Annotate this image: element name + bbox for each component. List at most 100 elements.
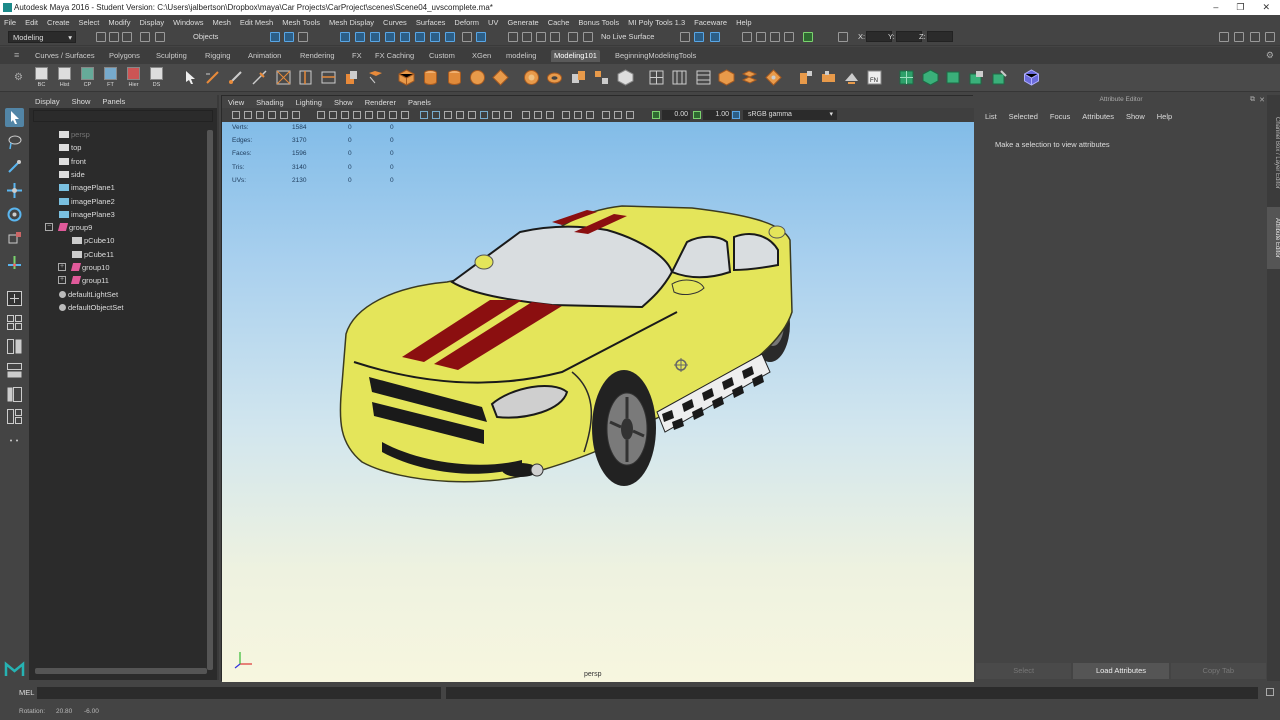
modeling-toolkit-icon[interactable] xyxy=(1234,32,1244,42)
scale-tool-button[interactable] xyxy=(5,229,24,248)
grid-toggle-icon[interactable] xyxy=(317,111,325,119)
poly-sphere-icon[interactable] xyxy=(469,69,486,86)
hud-toggle-icon[interactable] xyxy=(614,111,622,119)
poly-split-icon[interactable] xyxy=(991,69,1008,86)
attribute-editor-toggle-icon[interactable] xyxy=(1265,32,1275,42)
view-transform-dropdown[interactable]: sRGB gamma ▾ xyxy=(743,110,837,120)
menu-windows[interactable]: Windows xyxy=(173,18,203,27)
open-scene-icon[interactable] xyxy=(109,32,119,42)
textured-display-icon[interactable] xyxy=(586,111,594,119)
tab-fx[interactable]: FX xyxy=(349,50,365,62)
snap-grid-icon[interactable] xyxy=(340,32,350,42)
tab-curves-surfaces[interactable]: Curves / Surfaces xyxy=(32,50,98,62)
menu-create[interactable]: Create xyxy=(47,18,70,27)
wireframe-on-shaded-icon[interactable] xyxy=(432,111,440,119)
snapshot-icon[interactable] xyxy=(820,69,837,86)
menu-edit[interactable]: Edit xyxy=(25,18,38,27)
select-tool-button[interactable] xyxy=(5,108,24,127)
menu-modify[interactable]: Modify xyxy=(108,18,130,27)
close-button[interactable]: ✕ xyxy=(1262,0,1270,15)
poly-cylinder-icon[interactable] xyxy=(422,69,439,86)
construction-history-icon[interactable] xyxy=(536,32,546,42)
save-scene-icon[interactable] xyxy=(122,32,132,42)
lock-icon[interactable] xyxy=(462,32,472,42)
lasso-tool-icon[interactable] xyxy=(204,69,221,86)
tab-xgen[interactable]: XGen xyxy=(469,50,494,62)
mirror-icon[interactable] xyxy=(617,69,634,86)
ae-menu-attributes[interactable]: Attributes xyxy=(1082,112,1114,121)
z-field[interactable] xyxy=(927,31,953,42)
ae-menu-show[interactable]: Show xyxy=(1126,112,1145,121)
select-hierarchy-icon[interactable] xyxy=(270,32,280,42)
shelf-settings-icon[interactable]: ⚙ xyxy=(14,72,23,83)
image-plane-toggle-icon[interactable] xyxy=(268,111,276,119)
poly-cube-green-icon[interactable] xyxy=(922,69,939,86)
ae-menu-selected[interactable]: Selected xyxy=(1009,112,1038,121)
align-icon[interactable] xyxy=(843,69,860,86)
tab-polygons[interactable]: Polygons xyxy=(106,50,143,62)
extrude-icon[interactable] xyxy=(343,69,360,86)
ae-copy-tab-button[interactable]: Copy Tab xyxy=(1170,663,1266,679)
grease-pencil-icon[interactable] xyxy=(292,111,300,119)
xray-joints-icon[interactable] xyxy=(504,111,512,119)
uv-editor-icon[interactable] xyxy=(648,69,665,86)
outliner-item[interactable]: front xyxy=(59,155,86,168)
tab-rendering[interactable]: Rendering xyxy=(297,50,338,62)
command-language-label[interactable]: MEL xyxy=(19,688,34,697)
outliner-item[interactable]: pCube11 xyxy=(72,248,114,261)
exposure-icon[interactable] xyxy=(652,111,660,119)
toolbox-collapse-button[interactable] xyxy=(5,431,24,450)
edge-loop-icon[interactable] xyxy=(275,69,292,86)
offset-edge-loop-icon[interactable] xyxy=(320,69,337,86)
tab-attribute-editor[interactable]: Attribute Editor xyxy=(1267,207,1280,269)
ae-menu-focus[interactable]: Focus xyxy=(1050,112,1070,121)
outliner-item[interactable]: side xyxy=(59,168,85,181)
outliner-item[interactable]: + group10 xyxy=(58,261,110,274)
tab-modeling[interactable]: modeling xyxy=(503,50,539,62)
menu-file[interactable]: File xyxy=(4,18,16,27)
menu-bonus-tools[interactable]: Bonus Tools xyxy=(578,18,619,27)
gate-mask-icon[interactable] xyxy=(353,111,361,119)
menu-set-dropdown[interactable]: Modeling ▾ xyxy=(8,31,76,43)
exposure-field[interactable]: 0.00 xyxy=(662,110,690,120)
textured-icon[interactable] xyxy=(444,111,452,119)
output-ops-icon[interactable] xyxy=(522,32,532,42)
uv-cylindrical-icon[interactable] xyxy=(695,69,712,86)
move-tool-button[interactable] xyxy=(5,181,24,200)
outliner-item[interactable]: defaultLightSet xyxy=(59,288,118,301)
magnet-icon[interactable] xyxy=(583,32,593,42)
ambient-occlusion-icon[interactable] xyxy=(522,111,530,119)
menu-curves[interactable]: Curves xyxy=(383,18,407,27)
tab-modeling101[interactable]: Modeling101 xyxy=(551,50,600,62)
menu-mesh[interactable]: Mesh xyxy=(213,18,231,27)
live-surface-label[interactable]: No Live Surface xyxy=(601,32,654,41)
safe-action-icon[interactable] xyxy=(377,111,385,119)
shelf-options-icon[interactable]: ⚙ xyxy=(1266,50,1274,61)
paint-select-icon[interactable] xyxy=(227,69,244,86)
snap-vertex-icon[interactable] xyxy=(415,32,425,42)
field-chart-icon[interactable] xyxy=(365,111,373,119)
tab-beginning-modeling-tools[interactable]: BeginningModelingTools xyxy=(612,50,699,62)
render-view-icon[interactable] xyxy=(680,32,690,42)
menu-cache[interactable]: Cache xyxy=(548,18,570,27)
insert-edge-loop-icon[interactable] xyxy=(297,69,314,86)
menu-mi-poly-tools[interactable]: MI Poly Tools 1.3 xyxy=(628,18,685,27)
selection-mode-label[interactable]: Objects xyxy=(193,32,218,41)
tab-fx-caching[interactable]: FX Caching xyxy=(372,50,417,62)
menu-mesh-display[interactable]: Mesh Display xyxy=(329,18,374,27)
snap-together-icon[interactable] xyxy=(568,32,578,42)
fn-script-icon[interactable]: FN xyxy=(866,69,883,86)
script-editor-icon[interactable] xyxy=(1266,688,1274,696)
outliner-menu-panels[interactable]: Panels xyxy=(102,97,125,106)
viewport-menu-shading[interactable]: Shading xyxy=(256,98,284,107)
outliner-item[interactable]: defaultObjectSet xyxy=(59,301,123,314)
maximize-button[interactable]: ❐ xyxy=(1236,0,1244,15)
float-panel-icon[interactable]: ⧉ xyxy=(1250,96,1255,104)
anti-aliasing-icon[interactable] xyxy=(546,111,554,119)
menu-faceware[interactable]: Faceware xyxy=(694,18,727,27)
poly-torus-icon[interactable] xyxy=(546,69,563,86)
bookmark-icon[interactable] xyxy=(256,111,264,119)
outliner-search-input[interactable] xyxy=(33,110,213,122)
ae-load-attributes-button[interactable]: Load Attributes xyxy=(1073,663,1169,679)
outliner-item[interactable]: imagePlane2 xyxy=(59,195,115,208)
